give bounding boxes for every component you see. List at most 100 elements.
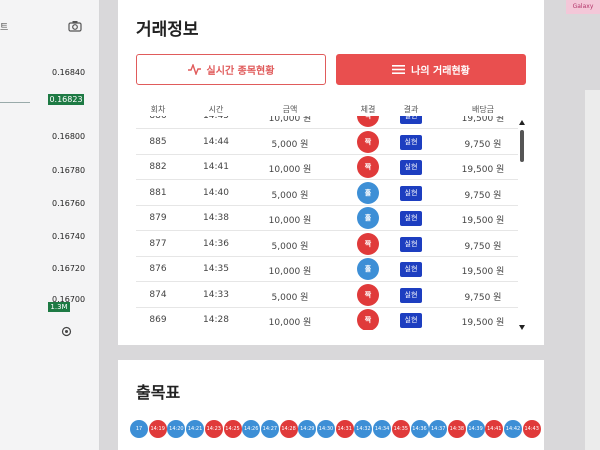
amount-cell: 5,000 원 xyxy=(271,190,309,201)
column-header: 결과 xyxy=(403,105,419,114)
result-chip: 14:32 xyxy=(354,420,373,438)
result-chip: 14:20 xyxy=(167,420,186,438)
result-chip: 14:41 xyxy=(485,420,504,438)
price-tick: 0.16760 xyxy=(52,199,86,208)
time-cell: 14:36 xyxy=(203,238,229,249)
pick-ball: 홀 xyxy=(357,258,379,280)
chart-header-label: 트 xyxy=(0,23,9,33)
pick-ball: 짝 xyxy=(357,130,379,153)
table-row: 877 14:36 5,000 원 짝 실현 9,750 원 xyxy=(136,232,518,257)
result-chip: 14:36 xyxy=(410,420,429,438)
result-badge: 실현 xyxy=(400,211,422,226)
amount-cell: 10,000 원 xyxy=(268,318,312,328)
round-cell: 874 xyxy=(149,289,167,300)
column-header: 금액 xyxy=(282,105,298,114)
amount-cell: 5,000 원 xyxy=(271,139,309,150)
chart-line xyxy=(0,102,30,103)
result-chip: 14:21 xyxy=(186,420,205,438)
list-icon xyxy=(392,65,406,74)
amount-cell: 10,000 원 xyxy=(268,165,312,175)
round-cell: 876 xyxy=(149,264,167,274)
price-tick: 0.16800 xyxy=(52,132,86,141)
volume-tag: 1.3M xyxy=(48,302,70,312)
table-row: 882 14:41 10,000 원 짝 실현 19,500 원 xyxy=(136,155,518,180)
payout-cell: 9,750 원 xyxy=(464,292,502,303)
trade-info-card: 거래정보 실시간 종목현황 나의 거래현황 회차 시간 금액 체결 결과 배당금… xyxy=(118,0,544,345)
column-header: 회차 xyxy=(150,105,166,114)
result-chip: 14:27 xyxy=(260,420,279,438)
result-chip: 14:19 xyxy=(148,420,167,438)
round-cell: 879 xyxy=(149,213,167,223)
tab-realtime-label: 실시간 종목현황 xyxy=(206,66,275,77)
result-badge: 실현 xyxy=(400,116,422,124)
table-row: 876 14:35 10,000 원 홀 실현 19,500 원 xyxy=(136,257,518,282)
chart-header: 트 xyxy=(0,14,100,38)
scroll-thumb[interactable] xyxy=(520,130,524,162)
result-chip: 14:23 xyxy=(204,420,223,438)
price-chart-panel: 트 0.16840 0.16823 0.16800 0.16780 0.1676… xyxy=(0,0,100,450)
result-badge: 실현 xyxy=(400,185,422,201)
round-cell: 885 xyxy=(149,136,167,147)
tab-realtime-status[interactable]: 실시간 종목현황 xyxy=(136,54,326,85)
pick-ball: 짝 xyxy=(357,309,379,330)
payout-cell: 19,500 원 xyxy=(461,318,505,328)
payout-cell: 19,500 원 xyxy=(461,116,505,124)
payout-cell: 9,750 원 xyxy=(464,139,502,150)
payout-cell: 19,500 원 xyxy=(461,165,505,175)
time-cell: 14:44 xyxy=(203,136,229,147)
tab-my-trades[interactable]: 나의 거래현황 xyxy=(336,54,526,85)
amount-cell: 5,000 원 xyxy=(271,241,309,252)
column-header: 시간 xyxy=(208,105,224,114)
output-table-card: 출목표 17 14:19 14:20 14:21 14:23 14:25 14:26 14:2… xyxy=(118,360,544,450)
result-badge: 실현 xyxy=(400,287,422,303)
pick-ball: 짝 xyxy=(357,116,379,127)
table-row: 881 14:40 5,000 원 홀 실현 9,750 원 xyxy=(136,181,518,206)
result-chip: 14:34 xyxy=(373,420,392,438)
amount-cell: 10,000 원 xyxy=(268,216,312,226)
price-tick: 0.16740 xyxy=(52,232,86,241)
output-table-title: 출목표 xyxy=(136,383,181,402)
scroll-up-arrow-icon[interactable] xyxy=(519,120,525,125)
payout-cell: 9,750 원 xyxy=(464,190,502,201)
pick-ball: 홀 xyxy=(357,181,379,204)
price-tick: 0.16780 xyxy=(52,166,86,175)
time-cell: 14:35 xyxy=(203,264,229,274)
payout-cell: 19,500 원 xyxy=(461,267,505,277)
pulse-icon xyxy=(187,64,201,75)
time-cell: 14:40 xyxy=(203,187,229,198)
tab-mine-label: 나의 거래현황 xyxy=(411,66,470,77)
result-chip: 14:28 xyxy=(279,420,298,438)
scroll-down-arrow-icon[interactable] xyxy=(519,325,525,330)
result-badge: 실현 xyxy=(400,134,422,150)
right-edge-panel xyxy=(585,90,600,450)
payout-cell: 19,500 원 xyxy=(461,216,505,226)
payout-cell: 9,750 원 xyxy=(464,241,502,252)
current-price-tag: 0.16823 xyxy=(48,94,84,105)
amount-cell: 10,000 원 xyxy=(268,267,312,277)
table-row: 879 14:38 10,000 원 홀 실현 19,500 원 xyxy=(136,206,518,231)
result-chip: 14:29 xyxy=(298,420,317,438)
result-chip-row: 17 14:19 14:20 14:21 14:23 14:25 14:26 14:27 14:… xyxy=(130,420,544,442)
price-tick: 0.16840 xyxy=(52,68,86,77)
pick-ball: 짝 xyxy=(357,156,379,178)
time-cell: 14:33 xyxy=(203,289,229,300)
time-cell: 14:28 xyxy=(203,315,229,325)
table-row: 874 14:33 5,000 원 짝 실현 9,750 원 xyxy=(136,283,518,308)
camera-icon[interactable] xyxy=(68,20,82,32)
result-chip: 14:26 xyxy=(242,420,261,438)
result-chip: 14:42 xyxy=(504,420,522,438)
pick-ball: 짝 xyxy=(357,283,379,306)
table-scrollbar[interactable] xyxy=(519,120,527,330)
result-chip: 14:35 xyxy=(391,420,410,438)
time-cell: 14:45 xyxy=(203,116,229,121)
result-chip: 14:43 xyxy=(522,420,541,438)
result-chip: 14:37 xyxy=(429,420,448,438)
price-tick: 0.16720 xyxy=(52,264,86,273)
chart-settings-icon[interactable] xyxy=(61,326,72,337)
corner-badge: Galaxy xyxy=(566,0,600,14)
pick-ball: 짝 xyxy=(357,232,379,255)
result-chip: 14:31 xyxy=(335,420,354,438)
result-chip: 14:25 xyxy=(223,420,242,438)
round-cell: 882 xyxy=(149,162,167,172)
result-badge: 실현 xyxy=(400,160,422,175)
